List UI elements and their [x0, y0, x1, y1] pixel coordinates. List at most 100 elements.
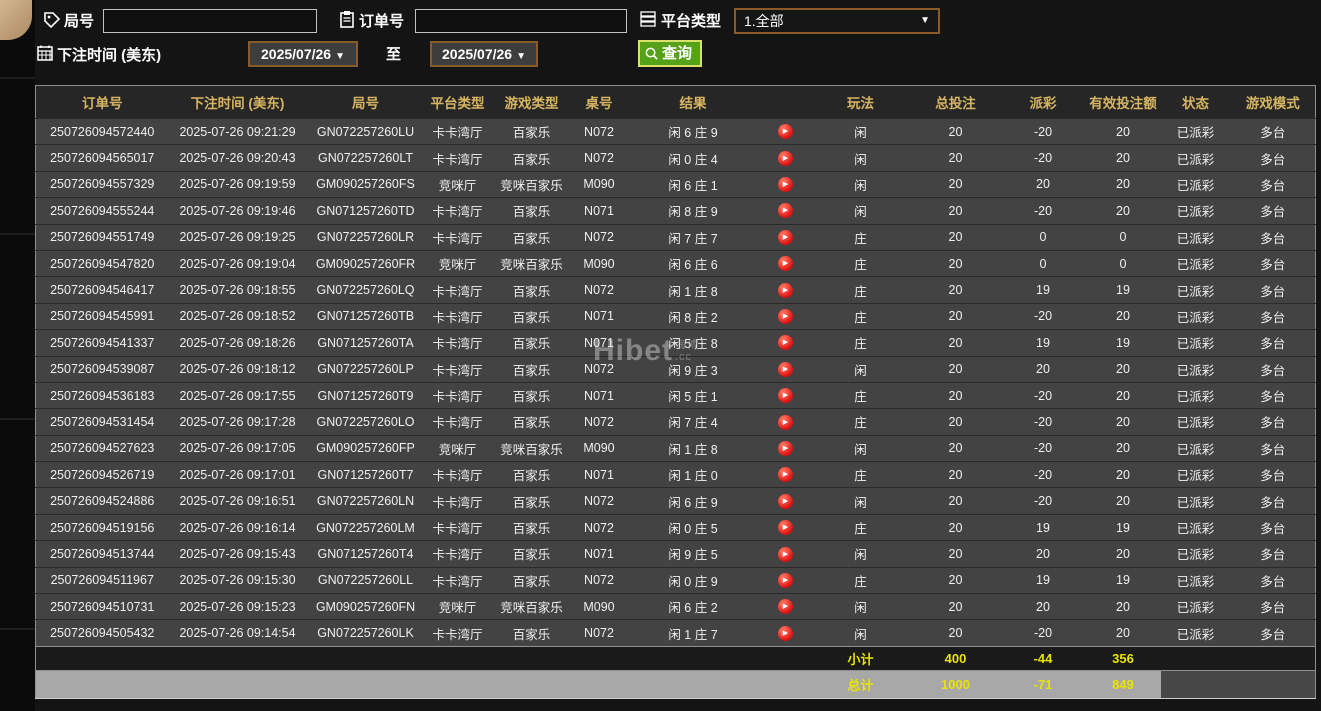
cell-round-no: GN071257260TB [306, 302, 425, 330]
play-icon[interactable]: ▶ [778, 388, 793, 404]
cell-table-no: M090 [572, 170, 626, 198]
cell-status: 已派彩 [1160, 513, 1231, 541]
play-icon[interactable]: ▶ [778, 546, 793, 562]
play-icon[interactable]: ▶ [778, 229, 793, 245]
cell-play-type: 闲 [810, 434, 911, 462]
cell-valid-bet: 20 [1085, 355, 1161, 383]
calendar-icon [37, 45, 53, 61]
cell-result: 闲 6 庄 9 [625, 487, 761, 515]
date-to-select[interactable]: 2025/07/26 ▼ [430, 41, 538, 67]
play-icon[interactable]: ▶ [778, 493, 793, 509]
date-from-value: 2025/07/26 [261, 46, 332, 62]
cell-replay: ▶ [760, 619, 811, 647]
cell-valid-bet: 19 [1085, 329, 1161, 357]
play-icon[interactable]: ▶ [778, 599, 793, 615]
divider [0, 418, 35, 420]
cell-replay: ▶ [760, 408, 811, 436]
cell-result: 闲 5 庄 8 [625, 329, 761, 357]
cell-table-no: N071 [572, 381, 626, 409]
table-row: 250726094551749 2025-07-26 09:19:25 GN0722… [35, 223, 1316, 251]
cell-valid-bet: 19 [1085, 276, 1161, 304]
cell-game-type: 百家乐 [490, 487, 573, 515]
cell-play-type: 庄 [810, 329, 911, 357]
cell-round-no: GN072257260LR [306, 223, 425, 251]
play-icon[interactable]: ▶ [778, 414, 793, 430]
cell-platform-type: 卡卡湾厅 [424, 329, 491, 357]
column-header-table-no: 桌号 [572, 85, 626, 119]
cell-result: 闲 0 庄 4 [625, 144, 761, 172]
cell-round-no: GN072257260LO [306, 408, 425, 436]
column-header-order-no: 订单号 [35, 85, 169, 119]
table-header-row: 订单号 下注时间 (美东) 局号 平台类型 游戏类型 桌号 结果 玩法 总投注 派彩 有效投注额 状态… [35, 85, 1316, 119]
cell-play-type: 闲 [810, 540, 911, 568]
cell-play-type: 庄 [810, 276, 911, 304]
table-row: 250726094505432 2025-07-26 09:14:54 GN0722… [35, 619, 1316, 647]
cell-round-no: GN071257260T4 [306, 540, 425, 568]
play-icon[interactable]: ▶ [778, 520, 793, 536]
platform-list-icon [640, 11, 656, 27]
play-icon[interactable]: ▶ [778, 572, 793, 588]
cell-status: 已派彩 [1160, 487, 1231, 515]
cell-payout: -20 [1000, 117, 1086, 145]
cell-table-no: M090 [572, 593, 626, 620]
cell-game-mode: 多台 [1230, 593, 1316, 620]
cell-round-no: GN071257260T7 [306, 461, 425, 488]
column-header-game-type: 游戏类型 [490, 85, 573, 119]
divider [0, 77, 35, 79]
order-no-input[interactable] [415, 9, 627, 33]
grand-total-label: 总计 [810, 669, 911, 699]
play-icon[interactable]: ▶ [778, 440, 793, 456]
table-row: 250726094511967 2025-07-26 09:15:30 GN0722… [35, 566, 1316, 594]
cell-bet-time: 2025-07-26 09:15:23 [168, 593, 307, 620]
cell-total-bet: 20 [910, 381, 1001, 409]
play-icon[interactable]: ▶ [778, 335, 793, 351]
play-icon[interactable]: ▶ [778, 282, 793, 298]
round-no-input[interactable] [103, 9, 317, 33]
order-no-label: 订单号 [359, 13, 405, 30]
cell-valid-bet: 20 [1085, 408, 1161, 436]
play-icon[interactable]: ▶ [778, 625, 793, 641]
grand-total-valid-bet: 849 [1085, 669, 1161, 699]
cell-payout: 20 [1000, 170, 1086, 198]
play-icon[interactable]: ▶ [778, 309, 793, 325]
cell-order-no: 250726094555244 [35, 197, 169, 225]
play-icon[interactable]: ▶ [778, 150, 793, 166]
play-icon[interactable]: ▶ [778, 177, 793, 193]
subtotal-valid-bet: 356 [1085, 645, 1161, 671]
cell-result: 闲 0 庄 5 [625, 513, 761, 541]
search-button[interactable]: 查询 [638, 40, 703, 67]
cell-replay: ▶ [760, 566, 811, 594]
play-icon[interactable]: ▶ [778, 256, 793, 272]
cell-table-no: N072 [572, 223, 626, 251]
column-header-play-type: 玩法 [810, 85, 911, 119]
column-header-payout: 派彩 [1000, 85, 1086, 119]
cell-result: 闲 6 庄 2 [625, 593, 761, 620]
play-icon[interactable]: ▶ [778, 361, 793, 377]
cell-total-bet: 20 [910, 302, 1001, 330]
table-row: 250726094536183 2025-07-26 09:17:55 GN0712… [35, 381, 1316, 409]
cell-round-no: GN072257260LK [306, 619, 425, 647]
cell-game-mode: 多台 [1230, 223, 1316, 251]
cell-total-bet: 20 [910, 513, 1001, 541]
cell-table-no: N072 [572, 144, 626, 172]
cell-game-type: 百家乐 [490, 197, 573, 225]
cell-game-type: 百家乐 [490, 408, 573, 436]
cell-game-mode: 多台 [1230, 461, 1316, 488]
play-icon[interactable]: ▶ [778, 467, 793, 483]
cell-total-bet: 20 [910, 461, 1001, 488]
cell-order-no: 250726094526719 [35, 461, 169, 488]
cell-status: 已派彩 [1160, 434, 1231, 462]
cell-payout: 0 [1000, 249, 1086, 277]
table-row: 250726094546417 2025-07-26 09:18:55 GN0722… [35, 276, 1316, 304]
platform-type-select[interactable]: 1.全部 ▼ [734, 8, 940, 34]
date-from-select[interactable]: 2025/07/26 ▼ [248, 41, 358, 67]
cell-platform-type: 竞咪厅 [424, 593, 491, 620]
cell-game-type: 竞咪百家乐 [490, 434, 573, 462]
play-icon[interactable]: ▶ [778, 124, 793, 140]
to-label: 至 [386, 46, 402, 63]
table-row: 250726094557329 2025-07-26 09:19:59 GM0902… [35, 170, 1316, 198]
cell-status: 已派彩 [1160, 170, 1231, 198]
cell-round-no: GN072257260LQ [306, 276, 425, 304]
table-row: 250726094519156 2025-07-26 09:16:14 GN0722… [35, 513, 1316, 541]
play-icon[interactable]: ▶ [778, 203, 793, 219]
